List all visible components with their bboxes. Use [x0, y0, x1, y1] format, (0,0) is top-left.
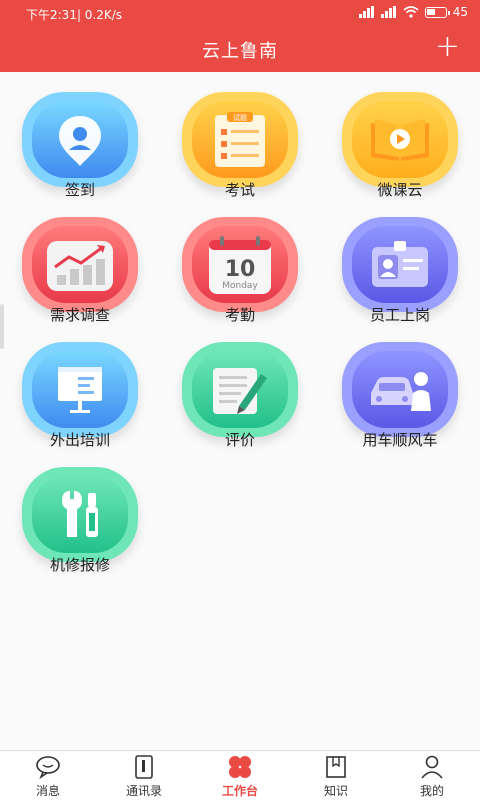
- tile-employee-onboard[interactable]: 员工上岗: [320, 197, 480, 324]
- tile-repair-report[interactable]: 机修报修: [0, 447, 160, 574]
- wrench-screwdriver-icon: [62, 490, 98, 537]
- app-header: 云上鲁南 +: [0, 26, 480, 72]
- tab-profile[interactable]: 我的: [384, 751, 480, 801]
- tile-attendance[interactable]: 10 Monday 考勤: [160, 197, 320, 324]
- tile-exam[interactable]: 试题 考试: [160, 72, 320, 199]
- tile-label: 用车顺风车: [362, 431, 438, 449]
- tab-knowledge[interactable]: 知识: [288, 751, 384, 801]
- clover-grid-icon: [229, 755, 251, 778]
- chat-bubble-icon: [36, 755, 60, 779]
- pencil-note-icon: [213, 367, 267, 414]
- tab-workbench[interactable]: 工作台: [192, 751, 288, 801]
- address-book-icon: [135, 754, 153, 779]
- exam-paper-icon: 试题: [215, 111, 265, 167]
- book-video-icon: [371, 118, 429, 161]
- tile-off-site-training[interactable]: 外出培训: [0, 322, 160, 449]
- tile-survey[interactable]: 需求调查: [0, 197, 160, 324]
- status-bar: 下午2:31| 0.2K/s 45: [0, 0, 480, 26]
- tile-label: 机修报修: [49, 556, 110, 574]
- calendar-icon: 10 Monday: [209, 235, 271, 294]
- calendar-day: 10: [225, 257, 256, 282]
- tab-label: 通讯录: [125, 783, 162, 798]
- tab-label: 消息: [35, 783, 60, 798]
- tab-contacts[interactable]: 通讯录: [96, 751, 192, 801]
- book-icon: [326, 755, 346, 778]
- location-pin-icon: [59, 115, 101, 166]
- car-person-icon: [371, 371, 431, 411]
- tile-icon-bg: [22, 92, 138, 187]
- tile-label: 评价: [224, 431, 255, 449]
- tile-micro-course[interactable]: 微课云: [320, 72, 480, 199]
- tile-carpool[interactable]: 用车顺风车: [320, 322, 480, 449]
- status-time-speed: 下午2:31| 0.2K/s: [26, 8, 123, 22]
- wifi-icon: [403, 6, 419, 18]
- add-button[interactable]: +: [435, 32, 460, 62]
- tab-label: 我的: [419, 783, 444, 798]
- tab-messages[interactable]: 消息: [0, 751, 96, 801]
- tile-sign-in[interactable]: 签到: [0, 72, 160, 199]
- tile-evaluation[interactable]: 评价: [160, 322, 320, 449]
- workbench-grid: 签到 试题 考试 微课云 需求调查 10 Monday 考勤 员工上岗 外出培训…: [0, 72, 480, 750]
- status-icons: 45: [358, 5, 468, 19]
- bottom-tab-bar: 消息 通讯录 工作台 知识 我的: [0, 750, 480, 801]
- tab-label: 知识: [323, 783, 348, 798]
- battery-icon: [424, 6, 450, 18]
- page-title: 云上鲁南: [202, 41, 278, 62]
- person-icon: [421, 755, 443, 779]
- id-card-icon: [372, 240, 428, 287]
- exam-paper-text: 试题: [233, 113, 247, 122]
- bar-chart-trend-icon: [47, 240, 113, 291]
- battery-percent: 45: [452, 5, 468, 19]
- presentation-board-icon: [58, 366, 102, 413]
- signal-icon: [358, 6, 375, 18]
- tab-label: 工作台: [221, 783, 258, 798]
- signal-icon-2: [380, 6, 397, 18]
- calendar-weekday: Monday: [222, 281, 258, 291]
